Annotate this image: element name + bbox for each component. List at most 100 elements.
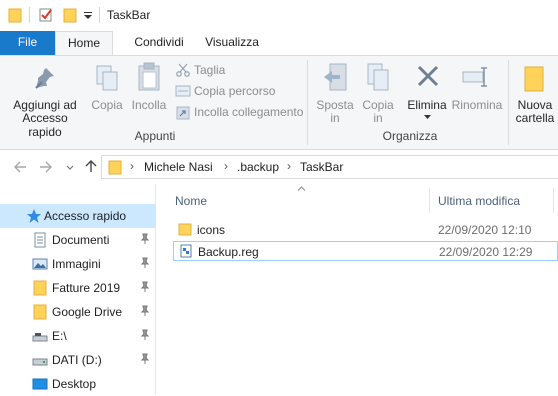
move-to-label-line2: in	[330, 111, 340, 125]
folder-icon	[108, 160, 122, 175]
new-folder-button[interactable]: Nuova cartella	[512, 58, 558, 126]
ribbon-tabs: File Home Condividi Visualizza	[0, 31, 558, 56]
move-to-icon	[324, 63, 347, 91]
copy-to-icon	[367, 63, 389, 91]
folder-icon	[33, 304, 47, 320]
delete-button[interactable]: Elimina	[404, 58, 450, 126]
file-list: Nome Ultima modifica icons 22/09/2020 12…	[157, 184, 558, 394]
sort-ascending-icon	[297, 186, 306, 191]
rename-icon	[462, 67, 487, 87]
tab-file[interactable]: File	[0, 31, 55, 55]
pin-icon[interactable]	[140, 257, 150, 269]
paste-shortcut-label: Incolla collegamento	[194, 105, 304, 119]
chevron-down-icon	[424, 115, 431, 119]
file-name: icons	[197, 223, 226, 237]
column-divider[interactable]	[553, 188, 554, 213]
folder-icon	[8, 8, 22, 23]
paste-button[interactable]: Incolla	[128, 58, 170, 126]
nav-item-documenti[interactable]: Documenti	[0, 228, 155, 252]
breadcrumb-backup[interactable]: .backup	[237, 160, 279, 174]
nav-label: DATI (D:)	[52, 353, 102, 367]
nav-label: Accesso rapido	[44, 209, 127, 223]
pin-label-line2: Accesso rapido	[22, 111, 68, 139]
chevron-right-icon: ›	[224, 159, 228, 173]
ribbon: Aggiungi ad Accesso rapido Copia Incolla…	[0, 55, 558, 150]
pin-icon[interactable]	[140, 305, 150, 317]
forward-arrow-icon[interactable]	[39, 161, 52, 173]
recent-locations-chevron-icon[interactable]	[66, 165, 74, 170]
rename-button[interactable]: Rinomina	[450, 58, 504, 126]
pin-icon[interactable]	[140, 233, 150, 245]
properties-icon[interactable]	[38, 7, 54, 23]
delete-label: Elimina	[407, 98, 447, 112]
drive-icon	[32, 358, 48, 366]
paste-icon	[138, 62, 160, 91]
pin-icon[interactable]	[140, 329, 150, 341]
nav-item-google-drive[interactable]: Google Drive	[0, 300, 155, 324]
address-bar[interactable]: › Michele Nasi › .backup › TaskBar	[101, 155, 558, 179]
nav-item-dati-d[interactable]: DATI (D:)	[0, 348, 155, 372]
copy-path-button[interactable]: Copia percorso	[174, 83, 284, 101]
nav-label: Fatture 2019	[52, 281, 121, 295]
tab-visualizza[interactable]: Visualizza	[196, 31, 268, 55]
nav-item-immagini[interactable]: Immagini	[0, 252, 155, 276]
separator	[29, 7, 30, 23]
up-arrow-icon[interactable]	[85, 160, 97, 173]
nav-label: E:\	[52, 329, 67, 343]
registry-file-icon	[180, 244, 192, 258]
copy-path-label: Copia percorso	[194, 84, 276, 98]
nav-label: Immagini	[52, 257, 101, 271]
copy-label: Copia	[91, 98, 123, 112]
column-header-name[interactable]: Nome	[175, 194, 207, 208]
pin-label-line1: Aggiungi ad	[13, 98, 77, 112]
nav-label: Desktop	[52, 377, 97, 391]
new-folder-icon	[524, 66, 544, 92]
column-header-modified[interactable]: Ultima modifica	[438, 194, 520, 208]
nav-item-desktop[interactable]: Desktop	[0, 372, 155, 396]
navigation-bar: › Michele Nasi › .backup › TaskBar	[0, 150, 558, 184]
chevron-right-icon: ›	[130, 159, 134, 173]
copy-to-button[interactable]: Copia in	[358, 58, 398, 126]
paste-shortcut-button[interactable]: Incolla collegamento	[174, 104, 304, 122]
cut-label: Taglia	[194, 63, 226, 77]
tab-home[interactable]: Home	[55, 31, 113, 56]
paste-shortcut-icon	[176, 106, 190, 120]
nav-item-accesso-rapido[interactable]: Accesso rapido	[0, 204, 155, 228]
pin-icon[interactable]	[140, 353, 150, 365]
separator	[99, 7, 100, 23]
delete-x-icon	[417, 65, 439, 87]
group-label-appunti: Appunti	[134, 129, 176, 143]
tab-condividi[interactable]: Condividi	[118, 31, 200, 55]
group-separator	[307, 60, 308, 145]
back-arrow-icon[interactable]	[14, 161, 27, 173]
quick-access-toolbar-dropdown-icon[interactable]	[84, 12, 92, 20]
group-separator	[508, 60, 509, 145]
file-name: Backup.reg	[198, 245, 259, 259]
pin-icon	[35, 68, 54, 89]
cut-button[interactable]: Taglia	[174, 62, 274, 80]
pictures-icon	[32, 258, 48, 270]
table-row[interactable]: Backup.reg 22/09/2020 12:29	[173, 241, 558, 261]
desktop-icon	[32, 378, 48, 390]
column-divider[interactable]	[429, 188, 430, 213]
copy-button[interactable]: Copia	[88, 58, 126, 126]
pin-icon[interactable]	[140, 281, 150, 293]
new-folder-label-line1: Nuova	[517, 98, 553, 112]
copy-to-label-line1: Copia	[362, 98, 394, 112]
paste-label: Incolla	[131, 98, 167, 112]
file-modified: 22/09/2020 12:10	[438, 223, 532, 237]
breadcrumb-michele-nasi[interactable]: Michele Nasi	[144, 160, 213, 174]
nav-item-fatture-2019[interactable]: Fatture 2019	[0, 276, 155, 300]
new-folder-label-line2: cartella	[515, 111, 555, 125]
move-to-button[interactable]: Sposta in	[312, 58, 358, 126]
scissors-icon	[176, 63, 190, 77]
new-folder-icon[interactable]	[63, 7, 77, 23]
nav-item-drive-e[interactable]: E:\	[0, 324, 155, 348]
nav-label: Google Drive	[52, 305, 123, 319]
pin-to-quick-access-button[interactable]: Aggiungi ad Accesso rapido	[4, 58, 86, 139]
copy-path-icon	[175, 85, 191, 97]
file-modified: 22/09/2020 12:29	[439, 245, 533, 259]
table-row[interactable]: icons 22/09/2020 12:10	[173, 220, 558, 240]
nav-label: Documenti	[52, 233, 110, 247]
breadcrumb-taskbar[interactable]: TaskBar	[300, 160, 343, 174]
